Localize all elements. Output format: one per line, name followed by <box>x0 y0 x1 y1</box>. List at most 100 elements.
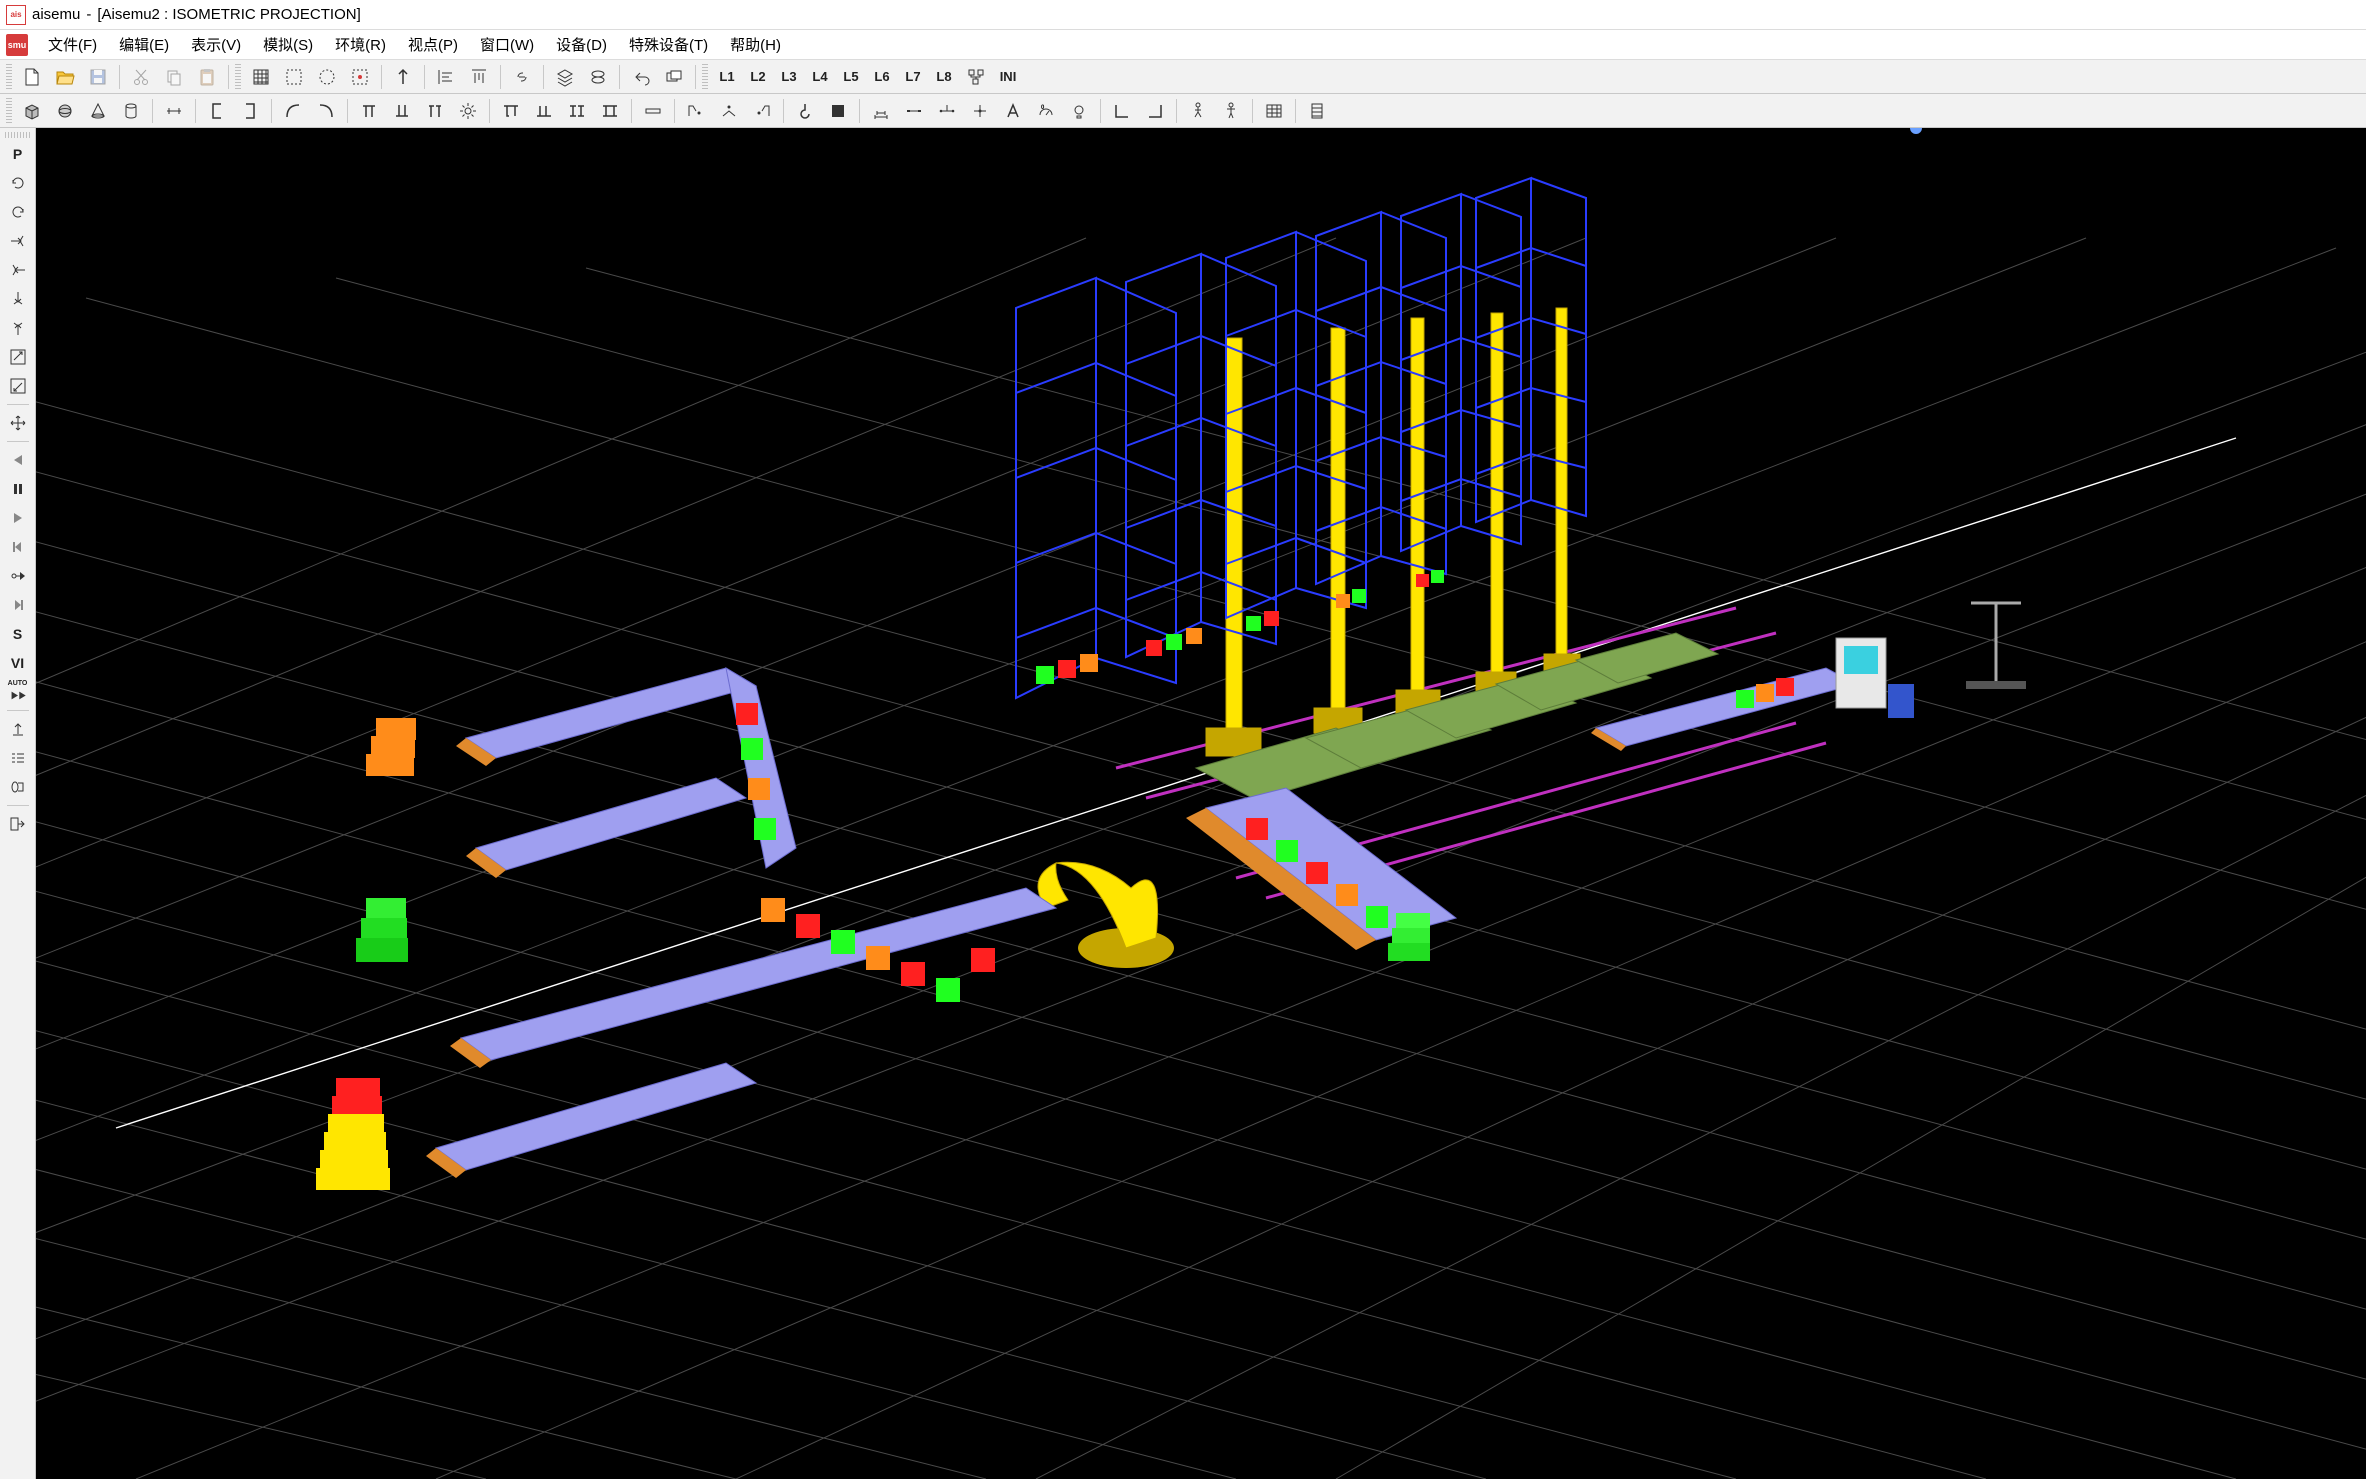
clear-button[interactable] <box>4 774 32 800</box>
curve-r-button[interactable] <box>311 97 341 125</box>
step-button[interactable] <box>4 592 32 618</box>
new-file-button[interactable] <box>17 63 47 91</box>
menu-device[interactable]: 设备(D) <box>546 32 617 57</box>
pause-button[interactable] <box>4 476 32 502</box>
person-stand-button[interactable] <box>1216 97 1246 125</box>
layer-L4-button[interactable]: L4 <box>806 63 834 91</box>
menu-viewpt[interactable]: 视点(P) <box>398 32 468 57</box>
layer-L7-button[interactable]: L7 <box>899 63 927 91</box>
menu-file[interactable]: 文件(F) <box>38 32 107 57</box>
box-button[interactable] <box>823 97 853 125</box>
layer-toggle-button[interactable] <box>659 63 689 91</box>
pi-var3-button[interactable] <box>562 97 592 125</box>
layer-L6-button[interactable]: L6 <box>868 63 896 91</box>
viewport-3d[interactable] <box>36 128 2366 1479</box>
conn-line-button[interactable] <box>899 97 929 125</box>
snap-y-up-button[interactable] <box>4 315 32 341</box>
align-top-button[interactable] <box>464 63 494 91</box>
conn-b-button[interactable] <box>714 97 744 125</box>
list-button[interactable] <box>4 745 32 771</box>
grid-button[interactable] <box>246 63 276 91</box>
align-left-button[interactable] <box>431 63 461 91</box>
ini-button[interactable]: INI <box>994 63 1022 91</box>
snap-y-down-button[interactable] <box>4 286 32 312</box>
gauge-button[interactable]: 0 <box>1031 97 1061 125</box>
cone-button[interactable] <box>83 97 113 125</box>
lamp-button[interactable] <box>1064 97 1094 125</box>
cut-button[interactable] <box>126 63 156 91</box>
bar-button[interactable] <box>638 97 668 125</box>
select-circle-button[interactable] <box>312 63 342 91</box>
scale-button[interactable] <box>866 97 896 125</box>
select-rect-button[interactable] <box>279 63 309 91</box>
save-button[interactable] <box>83 63 113 91</box>
menu-spec[interactable]: 特殊设备(T) <box>619 32 718 57</box>
open-file-button[interactable] <box>50 63 80 91</box>
frame-l-button[interactable] <box>1107 97 1137 125</box>
copy-icon <box>164 67 184 87</box>
reverse-x-button[interactable] <box>4 257 32 283</box>
exit-button[interactable] <box>4 811 32 837</box>
layer-L5-button[interactable]: L5 <box>837 63 865 91</box>
snap-x-button[interactable] <box>4 228 32 254</box>
s-button[interactable]: S <box>4 621 32 647</box>
play-button[interactable] <box>4 505 32 531</box>
rotate-ccw-button[interactable] <box>4 170 32 196</box>
menu-help[interactable]: 帮助(H) <box>720 32 791 57</box>
pi-down-button[interactable] <box>387 97 417 125</box>
person-walk-button[interactable] <box>1183 97 1213 125</box>
layers2-view-button[interactable] <box>583 63 613 91</box>
play-rev-button[interactable] <box>4 447 32 473</box>
menu-window[interactable]: 窗口(W) <box>470 32 544 57</box>
menu-env[interactable]: 环境(R) <box>325 32 396 57</box>
curve-l-button[interactable] <box>278 97 308 125</box>
pi-var2-button[interactable] <box>529 97 559 125</box>
text-a-button[interactable] <box>998 97 1028 125</box>
dim-button[interactable] <box>159 97 189 125</box>
vi-button[interactable]: VI <box>4 650 32 676</box>
pi-var1-button[interactable] <box>496 97 526 125</box>
layers-view-button[interactable] <box>550 63 580 91</box>
sphere-button[interactable] <box>50 97 80 125</box>
arrow-up-button[interactable] <box>388 63 418 91</box>
zoom-in-button[interactable] <box>4 344 32 370</box>
auto-play-button[interactable]: AUTO <box>4 679 32 705</box>
pi-1-button[interactable] <box>354 97 384 125</box>
bracket-left-button[interactable] <box>202 97 232 125</box>
layer-L3-button[interactable]: L3 <box>775 63 803 91</box>
copy-button[interactable] <box>159 63 189 91</box>
skip-button[interactable] <box>4 563 32 589</box>
undo-button[interactable] <box>626 63 656 91</box>
step-rev-button[interactable] <box>4 534 32 560</box>
menu-bar: smu 文件(F) 编辑(E) 表示(V) 模拟(S) 环境(R) 视点(P) … <box>0 30 2366 60</box>
layer-L1-button[interactable]: L1 <box>713 63 741 91</box>
conn-c-button[interactable] <box>747 97 777 125</box>
cube-button[interactable] <box>17 97 47 125</box>
conn-t-button[interactable] <box>932 97 962 125</box>
menu-view[interactable]: 表示(V) <box>181 32 251 57</box>
upload-button[interactable] <box>4 716 32 742</box>
layer-L2-button[interactable]: L2 <box>744 63 772 91</box>
rack-button[interactable] <box>1302 97 1332 125</box>
layer-all-button[interactable] <box>961 63 991 91</box>
frame-r-button[interactable] <box>1140 97 1170 125</box>
bracket-right-button[interactable] <box>235 97 265 125</box>
move-button[interactable] <box>4 410 32 436</box>
hook-button[interactable] <box>790 97 820 125</box>
rotate-cw-button[interactable] <box>4 199 32 225</box>
select-point-button[interactable] <box>345 63 375 91</box>
pi-var4-button[interactable] <box>595 97 625 125</box>
perspective-button[interactable]: P <box>4 141 32 167</box>
conn-x-button[interactable] <box>965 97 995 125</box>
link-button[interactable] <box>507 63 537 91</box>
menu-edit[interactable]: 编辑(E) <box>109 32 179 57</box>
table-button[interactable] <box>1259 97 1289 125</box>
pi-split-button[interactable] <box>420 97 450 125</box>
conn-a-button[interactable] <box>681 97 711 125</box>
menu-sim[interactable]: 模拟(S) <box>253 32 323 57</box>
gear-button[interactable] <box>453 97 483 125</box>
cylinder-button[interactable] <box>116 97 146 125</box>
zoom-out-button[interactable] <box>4 373 32 399</box>
layer-L8-button[interactable]: L8 <box>930 63 958 91</box>
paste-button[interactable] <box>192 63 222 91</box>
